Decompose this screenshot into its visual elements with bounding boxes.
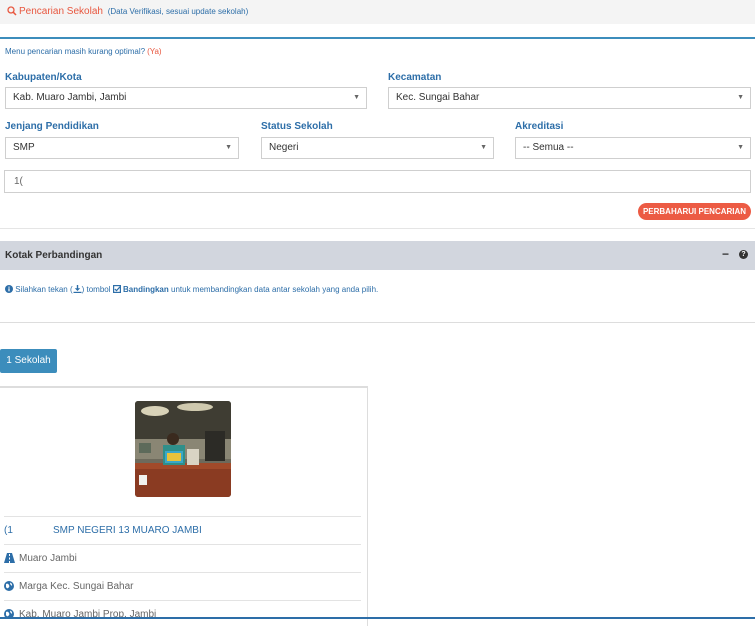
page-title-text: Pencarian Sekolah <box>19 6 103 17</box>
status-select[interactable]: Negeri ▼ <box>261 137 494 159</box>
akreditasi-select[interactable]: -- Semua -- ▼ <box>515 137 751 159</box>
search-hint: Menu pencarian masih kurang optimal? (Ya) <box>5 47 162 56</box>
divider <box>0 228 755 229</box>
info-text-mid: ) tombol <box>81 285 111 294</box>
school-count-button[interactable]: 1 Sekolah <box>0 349 57 373</box>
check-square-icon <box>112 285 121 293</box>
jenjang-label: Jenjang Pendidikan <box>5 121 99 132</box>
compare-box-title: Kotak Perbandingan <box>5 250 103 261</box>
info-icon <box>5 285 13 293</box>
search-icon <box>7 6 17 16</box>
info-text-pre: Silahkan tekan ( <box>15 285 73 294</box>
kecamatan-value: Kec. Sungai Bahar <box>396 92 480 103</box>
jenjang-select[interactable]: SMP ▼ <box>5 137 239 159</box>
school-name-row: (1 SMP NEGERI 13 MUARO JAMBI <box>4 516 361 545</box>
download-icon <box>73 285 82 293</box>
help-icon[interactable]: ? <box>739 250 748 259</box>
akreditasi-value: -- Semua -- <box>523 142 574 153</box>
kabupaten-select[interactable]: Kab. Muaro Jambi, Jambi ▼ <box>5 87 367 109</box>
info-compare-label: Bandingkan <box>122 285 169 294</box>
header-divider <box>0 37 755 39</box>
minimize-icon[interactable]: − <box>722 247 729 261</box>
page-subtitle: (Data Verifikasi, sesuai update sekolah) <box>107 7 249 16</box>
info-text-post: untuk membandingkan data antar sekolah y… <box>171 285 379 294</box>
chevron-down-icon: ▼ <box>353 94 360 101</box>
chevron-down-icon: ▼ <box>225 144 232 151</box>
hint-yes-link[interactable]: (Ya) <box>147 47 162 56</box>
search-input[interactable]: 1( <box>4 170 751 193</box>
status-value: Negeri <box>269 142 299 153</box>
top-bar: Pencarian Sekolah (Data Verifikasi, sesu… <box>0 0 755 24</box>
kabupaten-label: Kabupaten/Kota <box>5 72 82 83</box>
kabupaten-value: Kab. Muaro Jambi, Jambi <box>13 92 127 103</box>
chevron-down-icon: ▼ <box>737 94 744 101</box>
chevron-down-icon: ▼ <box>480 144 487 151</box>
road-icon <box>4 553 15 563</box>
divider <box>0 322 755 323</box>
compare-info: Silahkan tekan ( ) tombol Bandingkan untu… <box>5 285 378 294</box>
school-district-row: Marga Kec. Sungai Bahar <box>4 572 361 601</box>
school-road-text: Muaro Jambi <box>19 553 77 564</box>
page-title[interactable]: Pencarian Sekolah (Data Verifikasi, sesu… <box>7 6 248 17</box>
school-region-row: Kab. Muaro Jambi Prop. Jambi <box>4 600 361 629</box>
school-npsn[interactable]: (1 <box>4 525 13 536</box>
school-photo-image <box>135 401 231 497</box>
school-photo[interactable] <box>135 401 231 497</box>
jenjang-value: SMP <box>13 142 35 153</box>
school-district-text: Marga Kec. Sungai Bahar <box>19 581 134 592</box>
school-name-link[interactable]: SMP NEGERI 13 MUARO JAMBI <box>53 525 202 536</box>
kecamatan-label: Kecamatan <box>388 72 442 83</box>
refresh-search-button[interactable]: PERBAHARUI PENCARIAN <box>638 203 751 220</box>
akreditasi-label: Akreditasi <box>515 121 564 132</box>
chevron-down-icon: ▼ <box>737 144 744 151</box>
school-road-row: Muaro Jambi <box>4 544 361 573</box>
compare-box-header: Kotak Perbandingan − ? <box>0 241 755 270</box>
globe-icon <box>4 581 14 591</box>
hint-text: Menu pencarian masih kurang optimal? <box>5 47 146 56</box>
kecamatan-select[interactable]: Kec. Sungai Bahar ▼ <box>388 87 751 109</box>
search-input-value: 1( <box>14 176 23 187</box>
status-label: Status Sekolah <box>261 121 333 132</box>
